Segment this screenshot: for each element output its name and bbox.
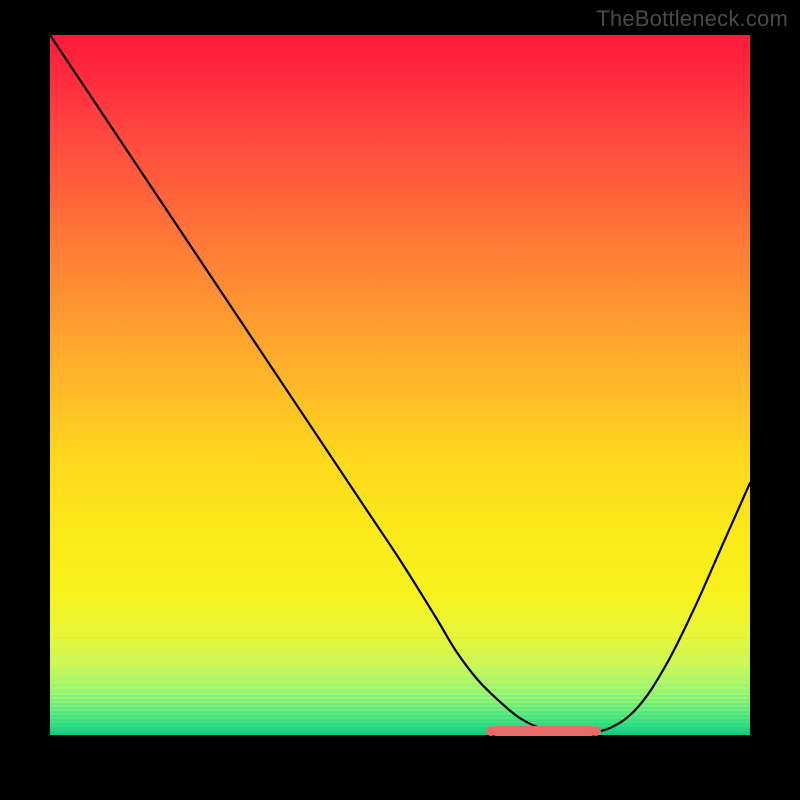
- bottleneck-band-start-dot: [486, 726, 496, 736]
- bottleneck-band: [491, 726, 596, 736]
- bottleneck-curve: [50, 35, 750, 734]
- watermark-text: TheBottleneck.com: [596, 6, 788, 32]
- plot-area: [50, 35, 750, 735]
- bottleneck-band-end-dot: [591, 726, 601, 736]
- chart-container: TheBottleneck.com: [0, 0, 800, 800]
- curve-svg: [50, 35, 750, 735]
